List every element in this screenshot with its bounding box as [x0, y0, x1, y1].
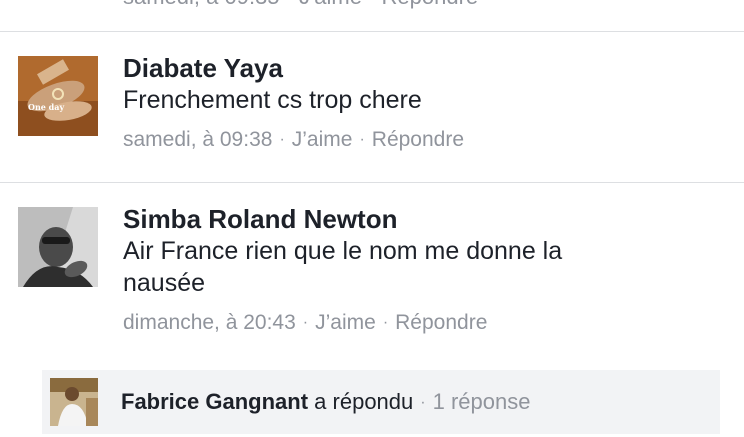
comment-author[interactable]: Simba Roland Newton	[123, 203, 724, 235]
reply-action: a répondu	[314, 389, 414, 414]
previous-comment-meta: samedi, à 09:35 · J'aime · Répondre	[123, 0, 478, 10]
separator: ·	[302, 314, 309, 331]
avatar-caption: One day	[28, 102, 65, 112]
view-replies-button[interactable]: Fabrice Gangnant a répondu · 1 réponse	[42, 370, 720, 434]
avatar-image	[50, 378, 98, 426]
avatar-image	[18, 207, 98, 287]
comment: One day Diabate Yaya Frenchement cs trop…	[0, 32, 744, 182]
comment-meta: samedi, à 09:38 · J’aime · Répondre	[123, 126, 724, 154]
comment-author[interactable]: Diabate Yaya	[123, 52, 724, 84]
comment-meta: dimanche, à 20:43 · J’aime · Répondre	[123, 309, 724, 337]
comments-thread: samedi, à 09:35 · J'aime · Répondre One …	[0, 0, 744, 437]
comment-text: Air France rien que le nom me donne la n…	[123, 237, 563, 297]
comment-body: Simba Roland Newton Air France rien que …	[123, 203, 724, 337]
comment-body: Diabate Yaya Frenchement cs trop chere s…	[123, 52, 724, 154]
reply-count[interactable]: 1 réponse	[433, 389, 531, 414]
separator: ·	[359, 131, 365, 148]
comment-timestamp[interactable]: samedi, à 09:38	[123, 128, 272, 151]
separator: ·	[420, 394, 426, 411]
avatar[interactable]: One day	[18, 56, 98, 136]
comment-timestamp[interactable]: dimanche, à 20:43	[123, 311, 296, 334]
comment: Simba Roland Newton Air France rien que …	[0, 183, 744, 353]
separator: ·	[279, 131, 285, 148]
comment-text: Frenchement cs trop chere	[123, 86, 422, 114]
reply-link[interactable]: Répondre	[372, 128, 464, 151]
separator: ·	[382, 314, 389, 331]
like-link[interactable]: J’aime	[315, 311, 376, 334]
avatar[interactable]	[18, 207, 98, 287]
like-link[interactable]: J’aime	[292, 128, 353, 151]
reply-summary: Fabrice Gangnant a répondu · 1 réponse	[121, 388, 530, 417]
avatar	[50, 378, 98, 426]
reply-author[interactable]: Fabrice Gangnant	[121, 389, 308, 414]
avatar-image	[18, 56, 98, 136]
reply-link[interactable]: Répondre	[395, 311, 487, 334]
